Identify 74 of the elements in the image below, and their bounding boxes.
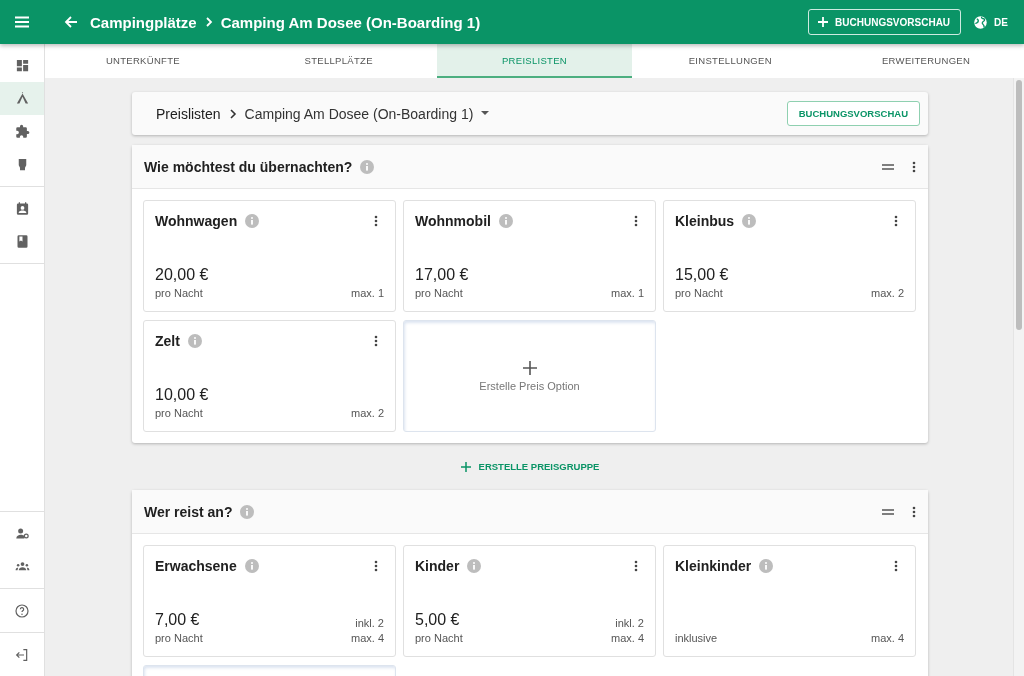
max-count: max. 1 (351, 287, 384, 299)
drag-handle-icon[interactable] (882, 508, 894, 515)
create-option-card[interactable]: Erstelle Preis Option (403, 320, 656, 432)
breadcrumb-link[interactable]: Camping Am Dosee (On-Boarding 1) (220, 13, 481, 31)
plus-icon (460, 461, 471, 472)
more-icon[interactable] (374, 215, 378, 227)
back-arrow-icon[interactable] (64, 15, 78, 29)
language-label[interactable]: DE (994, 16, 1008, 28)
option-title: Kleinbus (675, 213, 735, 229)
breadcrumb-link[interactable]: Preislisten (156, 105, 221, 122)
tent-icon (14, 91, 30, 106)
option-price: 7,00 € (155, 611, 200, 629)
person-gear-icon (14, 526, 30, 541)
tab[interactable]: EINSTELLUNGEN (632, 44, 829, 78)
contact-icon (14, 201, 30, 216)
help-icon (14, 602, 30, 619)
group-title: Wie möchtest du übernachten? (144, 158, 353, 175)
max-count: max. 2 (351, 407, 384, 419)
more-icon[interactable] (374, 335, 378, 347)
option-price: 20,00 € (155, 266, 209, 284)
plus-icon (817, 16, 830, 28)
globe-icon[interactable] (973, 14, 989, 30)
max-count: max. 4 (871, 632, 904, 644)
price-unit: pro Nacht (415, 287, 463, 299)
included-count: inkl. 2 (355, 617, 384, 629)
option-title: Wohnmobil (415, 213, 491, 229)
more-icon[interactable] (634, 560, 638, 572)
tab[interactable]: STELLPLÄTZE (240, 44, 437, 78)
option-price: 15,00 € (675, 266, 729, 284)
max-count: max. 2 (871, 287, 904, 299)
option-title: Wohnwagen (155, 213, 238, 229)
caret-icon[interactable] (481, 111, 490, 116)
option-title: Zelt (155, 333, 180, 349)
breadcrumb-link[interactable]: Campingplätze (90, 13, 197, 31)
price-unit: pro Nacht (155, 632, 203, 644)
option-price: 5,00 € (415, 611, 460, 629)
more-icon[interactable] (894, 215, 898, 227)
more-icon[interactable] (912, 160, 916, 173)
more-icon[interactable] (912, 505, 916, 518)
plus-icon (521, 360, 538, 376)
included-count: inkl. 2 (615, 617, 644, 629)
dashboard-icon (14, 58, 30, 73)
logout-icon (14, 646, 30, 663)
tab[interactable]: ERWEITERUNGEN (828, 44, 1024, 78)
tent-nav-item[interactable] (0, 82, 44, 115)
price-unit: inklusive (675, 632, 718, 644)
price-unit: pro Nacht (155, 287, 203, 299)
tab[interactable]: PREISLISTEN (436, 44, 633, 78)
price-unit: pro Nacht (415, 632, 463, 644)
option-title: Kinder (415, 558, 460, 574)
scrollbar[interactable] (1013, 78, 1024, 676)
booking-preview-button[interactable]: BUCHUNGSVORSCHAU (808, 9, 962, 35)
tab[interactable]: UNTERKÜNFTE (45, 44, 241, 78)
more-icon[interactable] (374, 560, 378, 572)
max-count: max. 4 (611, 632, 644, 644)
drag-handle-icon[interactable] (882, 163, 894, 170)
puzzle-icon (14, 124, 30, 139)
create-price-group-button[interactable]: ERSTELLE PREISGRUPPE (452, 455, 608, 478)
option-title: Kleinkinder (675, 558, 752, 574)
max-count: max. 1 (611, 287, 644, 299)
booking-preview-button[interactable]: BUCHUNGSVORSCHAU (786, 101, 920, 126)
group-title: Wer reist an? (144, 503, 233, 520)
price-unit: pro Nacht (155, 407, 203, 419)
option-price: 17,00 € (415, 266, 469, 284)
chevron-icon (228, 108, 237, 119)
pricelist-dropdown[interactable]: Camping Am Dosee (On-Boarding 1) (244, 105, 474, 122)
chevron-icon (204, 17, 213, 27)
price-unit: pro Nacht (675, 287, 723, 299)
more-icon[interactable] (894, 560, 898, 572)
max-count: max. 4 (351, 632, 384, 644)
more-icon[interactable] (634, 215, 638, 227)
option-price: 10,00 € (155, 386, 209, 404)
menu-icon[interactable] (14, 14, 30, 30)
option-title: Erwachsene (155, 558, 237, 574)
